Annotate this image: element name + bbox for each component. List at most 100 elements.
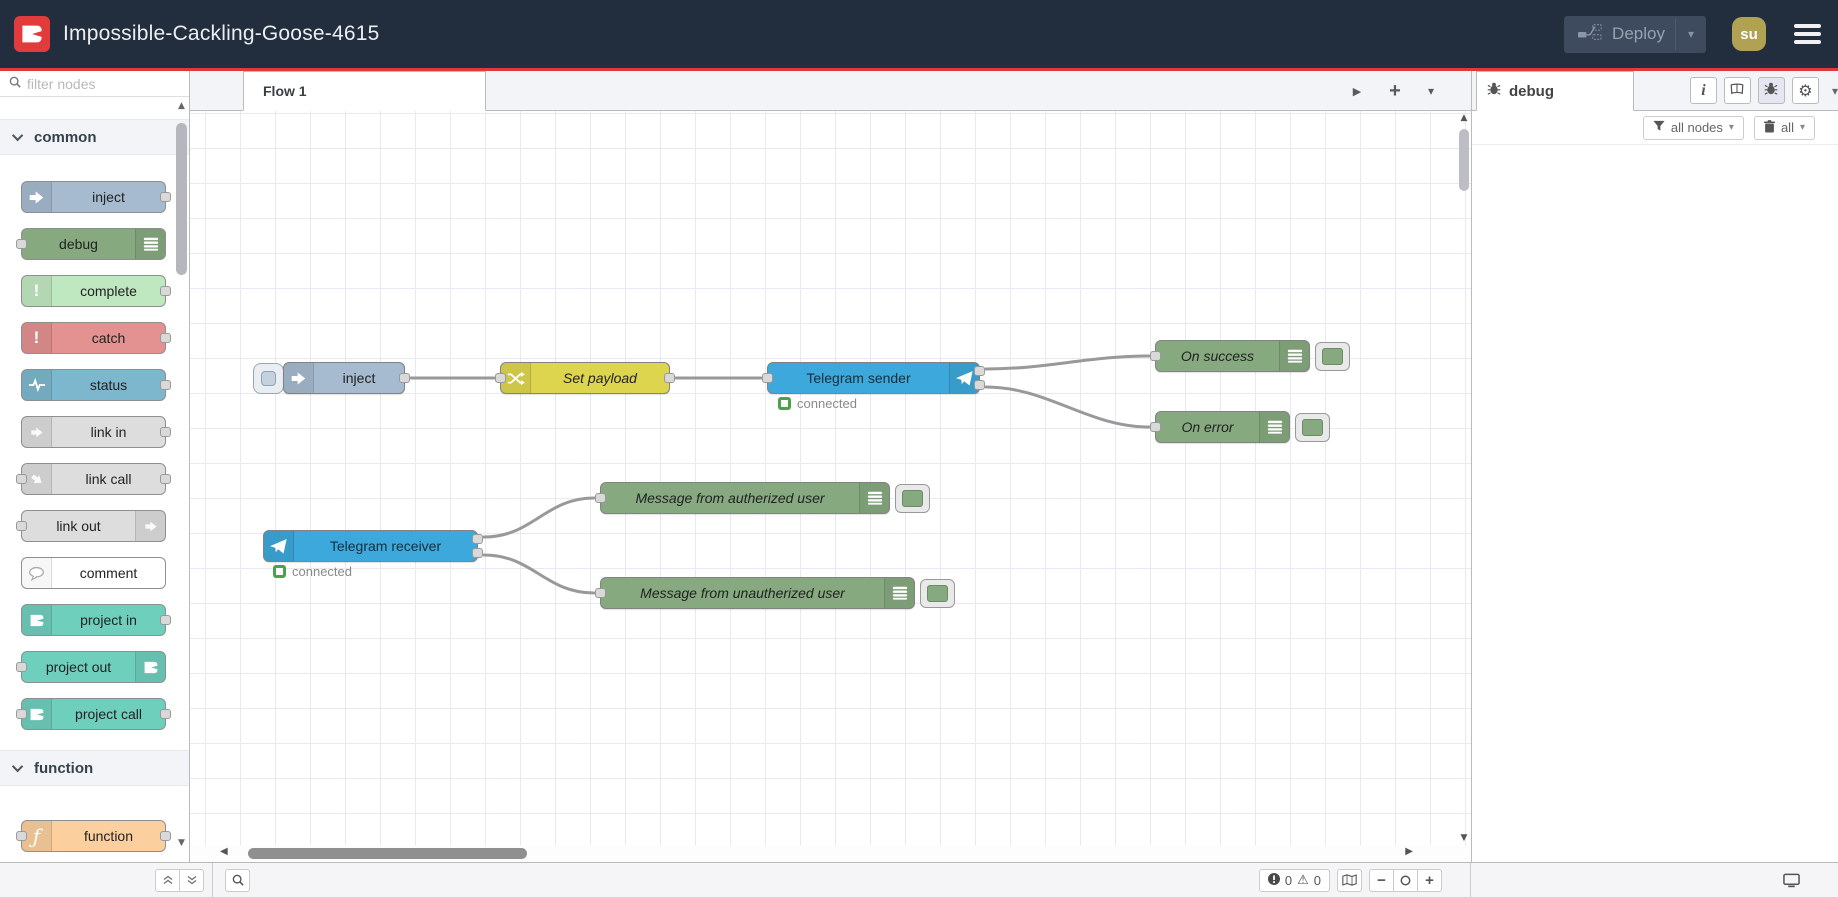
node-port[interactable] <box>1150 422 1161 432</box>
node-port <box>16 521 27 531</box>
flow-node-on-success[interactable]: On success <box>1150 340 1310 372</box>
flow-list-caret[interactable]: ▾ <box>1414 71 1448 111</box>
palette-node-link-call[interactable]: link call <box>16 463 171 495</box>
palette-node-project-out[interactable]: project out <box>16 651 166 683</box>
sidebar-config-button[interactable]: ⚙ <box>1791 77 1819 104</box>
navigator-toggle-button[interactable] <box>1337 868 1362 892</box>
node-port[interactable] <box>472 548 483 558</box>
scroll-up-arrow[interactable]: ▲ <box>175 101 188 111</box>
deploy-label: Deploy <box>1612 24 1665 43</box>
flow-tabbar: Flow 1 ▶ + ▾ <box>190 71 1471 111</box>
scroll-left-arrow[interactable]: ◀ <box>220 846 228 857</box>
debug-enable-toggle[interactable] <box>920 579 955 608</box>
flow-node-inject[interactable]: inject <box>283 362 410 394</box>
palette-node-link-out[interactable]: link out <box>16 510 166 542</box>
canvas-vertical-scrollbar[interactable]: ▲ ▼ <box>1457 111 1471 845</box>
palette-scrollbar[interactable]: ▲ ▼ <box>175 101 188 848</box>
warning-icon: ⚠ <box>1297 872 1309 888</box>
palette-node-link-in[interactable]: link in <box>21 416 171 448</box>
palette-node-status[interactable]: status <box>21 369 171 401</box>
debug-enable-toggle[interactable] <box>895 484 930 513</box>
node-palette: common inject debug ! compl <box>0 71 190 862</box>
exclamation-icon: ! <box>22 323 52 353</box>
main-menu-button[interactable] <box>1794 24 1821 44</box>
palette-collapse-all-button[interactable] <box>155 868 180 892</box>
deploy-button[interactable]: Deploy ▾ <box>1564 15 1706 53</box>
palette-node-project-call[interactable]: project call <box>16 698 171 730</box>
node-port[interactable] <box>974 380 985 390</box>
sidebar-help-button[interactable] <box>1723 77 1751 104</box>
flow-node-set-payload[interactable]: Set payload <box>495 362 675 394</box>
flow-node-telegram-sender[interactable]: Telegram sender <box>762 362 985 394</box>
inject-trigger-button[interactable] <box>253 363 284 394</box>
palette-node-complete[interactable]: ! complete <box>21 275 171 307</box>
flow-node-on-error[interactable]: On error <box>1150 411 1290 443</box>
flow-node-telegram-receiver[interactable]: Telegram receiver <box>263 530 483 562</box>
flow-node-msg-unauthorized[interactable]: Message from unautherized user <box>595 577 915 609</box>
sidebar-menu-caret[interactable]: ▾ <box>1832 84 1838 98</box>
deploy-options-caret[interactable]: ▾ <box>1674 18 1706 50</box>
canvas-search-button[interactable] <box>225 868 250 892</box>
user-avatar[interactable]: su <box>1732 17 1766 51</box>
node-port[interactable] <box>399 373 410 383</box>
tab-scroll-right-button[interactable]: ▶ <box>1340 71 1374 111</box>
sidebar-tabbar: debug i ⚙ ▾ <box>1472 71 1838 111</box>
tab-debug[interactable]: debug <box>1476 71 1634 111</box>
scroll-down-arrow[interactable]: ▼ <box>175 838 188 848</box>
palette-node-catch[interactable]: ! catch <box>21 322 171 354</box>
sidebar-debug-button[interactable] <box>1757 77 1785 104</box>
palette-node-project-in[interactable]: project in <box>21 604 171 636</box>
node-port <box>16 474 27 484</box>
node-port[interactable] <box>762 373 773 383</box>
debug-clear-button[interactable]: all ▾ <box>1753 115 1815 140</box>
node-red-app: Impossible-Cackling-Goose-4615 Deploy ▾ … <box>0 0 1838 897</box>
palette-node-debug[interactable]: debug <box>16 228 166 260</box>
flow-canvas[interactable]: inject Set payload Telegram sender conne… <box>190 111 1471 845</box>
project-icon <box>135 652 165 682</box>
node-port <box>160 831 171 841</box>
node-port <box>16 831 27 841</box>
flow-node-msg-authorized[interactable]: Message from autherized user <box>595 482 890 514</box>
deploy-icon <box>1578 23 1602 45</box>
palette-category-function[interactable]: function <box>0 750 189 786</box>
node-port[interactable] <box>595 588 606 598</box>
zoom-reset-button[interactable] <box>1393 868 1418 892</box>
palette-node-comment[interactable]: comment <box>21 557 166 589</box>
zoom-out-button[interactable]: − <box>1369 868 1394 892</box>
zoom-in-button[interactable]: + <box>1417 868 1442 892</box>
node-port[interactable] <box>595 493 606 503</box>
debug-messages-panel <box>1472 145 1838 862</box>
header: Impossible-Cackling-Goose-4615 Deploy ▾ … <box>0 0 1838 71</box>
scroll-down-arrow[interactable]: ▼ <box>1457 833 1471 843</box>
scroll-right-arrow[interactable]: ▶ <box>1405 846 1413 857</box>
node-port[interactable] <box>472 534 483 544</box>
sidebar-info-button[interactable]: i <box>1689 77 1717 104</box>
node-port[interactable] <box>664 373 675 383</box>
palette-category-common[interactable]: common <box>0 119 189 155</box>
exclamation-icon: ! <box>22 276 52 306</box>
node-status-telegram-receiver: connected <box>273 564 352 579</box>
palette-scrollbar-thumb[interactable] <box>176 123 187 275</box>
debug-output-icon <box>884 578 914 608</box>
debug-filter-button[interactable]: all nodes ▾ <box>1642 115 1744 140</box>
bug-icon <box>1764 81 1778 101</box>
node-port[interactable] <box>495 373 506 383</box>
palette-node-inject[interactable]: inject <box>21 181 171 213</box>
open-debug-window-button[interactable] <box>1783 873 1800 888</box>
tab-flow-1[interactable]: Flow 1 <box>243 71 486 111</box>
palette-node-function[interactable]: ƒ function <box>16 820 171 852</box>
trash-icon <box>1763 119 1775 136</box>
debug-enable-toggle[interactable] <box>1315 342 1350 371</box>
scroll-up-arrow[interactable]: ▲ <box>1457 113 1471 123</box>
node-port[interactable] <box>1150 351 1161 361</box>
debug-enable-toggle[interactable] <box>1295 413 1330 442</box>
palette-expand-all-button[interactable] <box>179 868 204 892</box>
canvas-hscrollbar-thumb[interactable] <box>248 848 527 859</box>
canvas-horizontal-scrollbar[interactable]: ◀ ▶ <box>190 845 1471 862</box>
node-port[interactable] <box>974 366 985 376</box>
canvas-vscrollbar-thumb[interactable] <box>1459 129 1469 191</box>
double-chevron-down-icon <box>187 875 196 885</box>
palette-filter-input[interactable] <box>27 75 147 92</box>
add-flow-button[interactable]: + <box>1378 71 1412 111</box>
debug-toolbar: all nodes ▾ all ▾ <box>1472 111 1838 145</box>
